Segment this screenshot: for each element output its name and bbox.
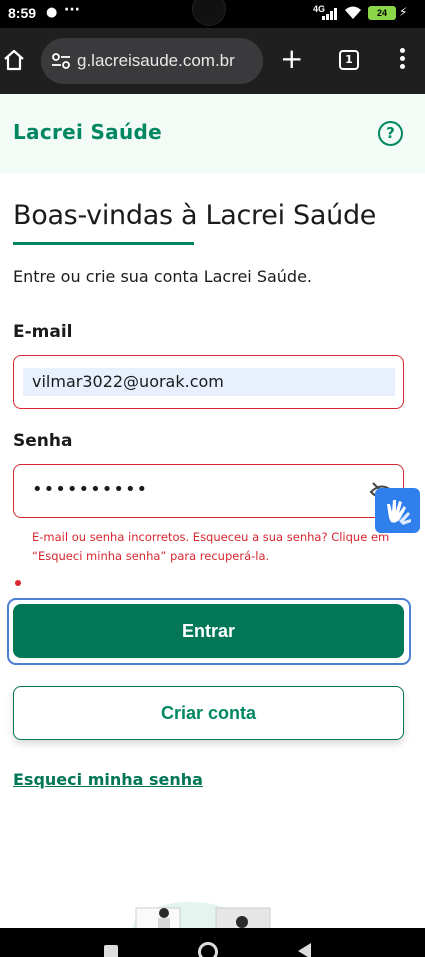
sign-language-icon bbox=[387, 500, 411, 525]
illustration-image bbox=[132, 902, 271, 928]
title-underline bbox=[13, 242, 194, 245]
site-header: Lacrei Saúde ? bbox=[0, 94, 425, 174]
status-bar: 8:59 ● ··· 4G 24 ⚡ bbox=[0, 0, 425, 28]
help-icon[interactable]: ? bbox=[378, 121, 403, 146]
browser-toolbar: g.lacreisaude.com.br + 1 bbox=[0, 28, 425, 94]
address-bar[interactable]: g.lacreisaude.com.br bbox=[41, 38, 263, 84]
tabs-icon[interactable]: 1 bbox=[339, 50, 359, 70]
site-settings-icon[interactable] bbox=[51, 52, 71, 70]
password-field[interactable]: •••••••••• bbox=[13, 464, 404, 518]
page-subtitle: Entre ou crie sua conta Lacrei Saúde. bbox=[13, 267, 313, 286]
login-button[interactable]: Entrar bbox=[13, 604, 404, 658]
camera-cutout bbox=[192, 0, 226, 26]
back-icon[interactable] bbox=[298, 943, 311, 957]
password-value[interactable]: •••••••••• bbox=[32, 479, 148, 500]
home-nav-icon[interactable] bbox=[198, 942, 218, 957]
email-label: E-mail bbox=[13, 322, 73, 342]
battery-icon: 24 bbox=[368, 6, 396, 20]
home-icon[interactable] bbox=[2, 48, 26, 72]
system-nav-bar bbox=[0, 928, 425, 957]
status-time: 8:59 bbox=[8, 5, 37, 21]
email-value[interactable]: vilmar3022@uorak.com bbox=[32, 372, 224, 391]
accessibility-widget-icon[interactable] bbox=[375, 488, 420, 533]
url-text: g.lacreisaude.com.br bbox=[77, 51, 235, 70]
chat-notification-icon: ● bbox=[46, 5, 58, 20]
menu-icon[interactable] bbox=[400, 48, 406, 72]
new-tab-icon[interactable]: + bbox=[280, 45, 303, 73]
create-account-button[interactable]: Criar conta bbox=[13, 686, 404, 740]
lacrei-logo[interactable]: Lacrei Saúde bbox=[13, 120, 162, 144]
error-indicator bbox=[15, 580, 21, 586]
more-notifications-icon: ··· bbox=[64, 2, 80, 18]
login-error-message: E-mail ou senha incorretos. Esqueceu a s… bbox=[32, 530, 390, 563]
page-title: Boas-vindas à Lacrei Saúde bbox=[13, 200, 377, 231]
password-label: Senha bbox=[13, 431, 73, 451]
email-field[interactable]: vilmar3022@uorak.com bbox=[13, 355, 404, 409]
forgot-password-link[interactable]: Esqueci minha senha bbox=[13, 770, 203, 789]
charging-icon: ⚡ bbox=[399, 5, 408, 19]
wifi-icon bbox=[345, 6, 361, 19]
signal-icon bbox=[322, 8, 337, 20]
recents-icon[interactable] bbox=[104, 945, 118, 957]
